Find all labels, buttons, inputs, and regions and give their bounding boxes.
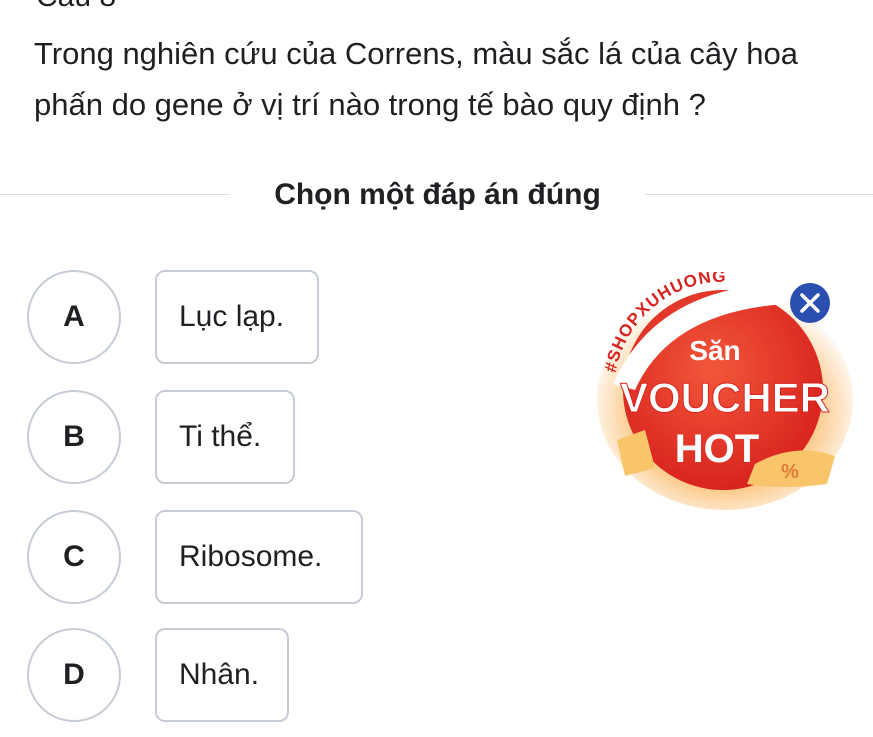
ad-line2: VOUCHER <box>620 374 830 421</box>
option-b-answer[interactable]: Ti thể. <box>155 390 295 484</box>
close-ad-button[interactable] <box>790 283 830 323</box>
option-d[interactable]: D Nhân. <box>0 628 560 728</box>
divider-left <box>0 194 230 195</box>
instruction-row: Chọn một đáp án đúng <box>0 170 873 220</box>
option-a[interactable]: A Lục lạp. <box>0 270 560 370</box>
option-a-letter[interactable]: A <box>27 270 121 364</box>
option-c[interactable]: C Ribosome. <box>0 510 560 610</box>
option-d-letter[interactable]: D <box>27 628 121 722</box>
option-d-answer[interactable]: Nhân. <box>155 628 289 722</box>
close-icon[interactable] <box>799 292 821 314</box>
option-b-letter[interactable]: B <box>27 390 121 484</box>
percent-icon: % <box>781 461 799 483</box>
option-c-answer[interactable]: Ribosome. <box>155 510 363 604</box>
option-a-answer[interactable]: Lục lạp. <box>155 270 319 364</box>
instruction-label: Chọn một đáp án đúng <box>274 178 601 211</box>
ad-line3: HOT <box>675 427 759 471</box>
option-b[interactable]: B Ti thể. <box>0 390 560 490</box>
option-c-letter[interactable]: C <box>27 510 121 604</box>
question-number: Câu 8 <box>36 0 116 14</box>
question-text: Trong nghiên cứu của Correns, màu sắc lá… <box>34 36 799 122</box>
ad-line1: Săn <box>689 335 740 366</box>
divider-right <box>645 194 873 195</box>
